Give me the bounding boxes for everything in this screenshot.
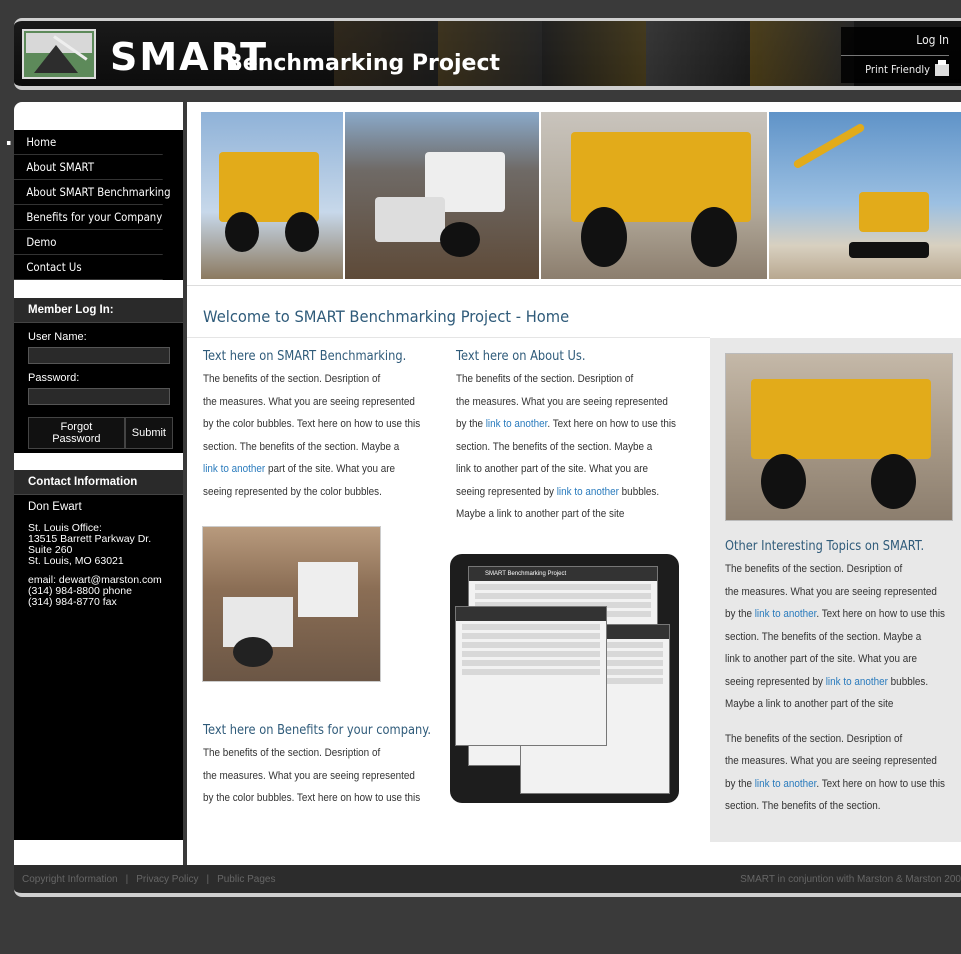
text-line: the measures. What you are seeing repres…: [725, 585, 937, 598]
inline-link[interactable]: link to another: [755, 608, 817, 620]
logo-icon[interactable]: [22, 29, 96, 79]
printer-icon: [935, 59, 949, 76]
page-title: Welcome to SMART Benchmarking Project - …: [203, 307, 570, 326]
footer: Copyright Information | Privacy Policy | Pub…: [14, 865, 961, 897]
text-line: by the link to another. Text here on how…: [456, 418, 676, 430]
text-line: link to another part of the site. What y…: [725, 653, 918, 665]
text-line: the measures. What you are seeing repres…: [456, 395, 668, 408]
hero-photo-2: [345, 112, 539, 279]
site-header: SMART Benchmarking Project Log In Print …: [14, 18, 961, 90]
right-panel: Other Interesting Topics on SMART. The b…: [710, 338, 961, 842]
hero-photo-4: [769, 112, 961, 279]
section-heading: Text here on SMART Benchmarking.: [203, 349, 407, 364]
inline-link[interactable]: link to another: [203, 463, 265, 475]
screenshot-app-title: SMART Benchmarking Project: [469, 567, 657, 581]
contact-title: Contact Information: [14, 470, 183, 495]
hero-photo-3: [541, 112, 767, 279]
text-line: by the link to another. Text here on how…: [725, 608, 945, 620]
username-field[interactable]: [28, 347, 170, 364]
text-line: the measures. What you are seeing repres…: [203, 769, 415, 782]
contact-fax: (314) 984-8770 fax: [28, 596, 117, 608]
section-heading: Other Interesting Topics on SMART.: [725, 539, 925, 554]
main-nav: Home About SMART About SMART Benchmarkin…: [6, 130, 183, 280]
forgot-password-button[interactable]: Forgot Password: [28, 417, 125, 449]
main-content: Welcome to SMART Benchmarking Project - …: [187, 102, 961, 865]
public-pages-link[interactable]: Public Pages: [217, 874, 275, 885]
section-heading: Text here on About Us.: [456, 349, 586, 364]
username-label: User Name:: [28, 331, 87, 343]
contact-info-box: Contact Information Don Ewart St. Louis …: [14, 470, 183, 840]
login-title: Member Log In:: [14, 298, 183, 323]
app-screenshot-thumbnail[interactable]: SMART Benchmarking Project: [450, 554, 679, 803]
login-link[interactable]: Log In: [841, 33, 949, 47]
copyright-link[interactable]: Copyright Information: [22, 874, 118, 885]
text-line: Maybe a link to another part of the site: [456, 508, 625, 520]
nav-item-about-smart[interactable]: About SMART: [14, 155, 163, 180]
text-line: section. The benefits of the section. Ma…: [456, 440, 653, 453]
text-line: seeing represented by link to another bu…: [456, 485, 660, 498]
contact-name: Don Ewart: [28, 501, 82, 513]
nav-item-home[interactable]: Home: [6, 130, 163, 155]
nav-item-contact-us[interactable]: Contact Us: [14, 255, 163, 280]
print-friendly-link[interactable]: Print Friendly: [865, 59, 949, 76]
text-line: section. The benefits of the section.: [725, 800, 881, 812]
sidebar: Home About SMART About SMART Benchmarkin…: [6, 102, 183, 865]
hero-photos: [201, 112, 961, 279]
section-benefits: Text here on Benefits for your company. …: [203, 722, 443, 810]
inline-link[interactable]: link to another: [486, 418, 548, 430]
inline-link[interactable]: link to another: [557, 486, 619, 498]
text-line: section. The benefits of the section. Ma…: [725, 630, 922, 643]
text-line: seeing represented by the color bubbles.: [203, 485, 382, 498]
submit-button[interactable]: Submit: [124, 417, 173, 449]
contact-address: St. Louis Office: 13515 Barrett Parkway …: [14, 523, 183, 608]
dump-truck-photo: [725, 353, 953, 521]
text-line: The benefits of the section. Desription …: [725, 563, 903, 575]
text-line: The benefits of the section. Desription …: [203, 747, 381, 759]
nav-item-demo[interactable]: Demo: [14, 230, 163, 255]
inline-link[interactable]: link to another: [755, 778, 817, 790]
text-line: by the color bubbles. Text here on how t…: [203, 792, 421, 804]
section-heading: Text here on Benefits for your company.: [203, 723, 432, 738]
excavator-photo: [202, 526, 381, 682]
text-line: The benefits of the section. Desription …: [725, 732, 903, 745]
section-about-us: Text here on About Us. The benefits of t…: [456, 348, 706, 526]
footer-credit: SMART in conjuntion with Marston & Marst…: [740, 874, 961, 885]
logo-subtitle: Benchmarking Project: [226, 51, 501, 76]
text-line: The benefits of the section. Desription …: [203, 373, 381, 385]
password-label: Password:: [28, 372, 80, 384]
top-strip: [0, 0, 961, 8]
section-smart-benchmarking: Text here on SMART Benchmarking. The ben…: [203, 348, 443, 503]
text-line: the measures. What you are seeing repres…: [203, 395, 415, 408]
text-line: by the link to another. Text here on how…: [725, 777, 945, 790]
text-line: seeing represented by link to another bu…: [725, 675, 929, 688]
text-line: The benefits of the section. Desription …: [456, 373, 634, 385]
nav-item-benefits[interactable]: Benefits for your Company: [14, 205, 163, 230]
text-line: link to another part of the site. What y…: [203, 463, 396, 475]
text-line: section. The benefits of the section. Ma…: [203, 440, 400, 453]
hero-photo-1: [201, 112, 343, 279]
header-links: Log In Print Friendly: [841, 27, 961, 83]
nav-item-about-benchmarking[interactable]: About SMART Benchmarking: [14, 180, 171, 205]
footer-links: Copyright Information | Privacy Policy | Pub…: [22, 874, 276, 885]
address-city: St. Louis, MO 63021: [28, 555, 124, 567]
inline-link[interactable]: link to another: [826, 676, 888, 688]
member-login-box: Member Log In: User Name: Password: Forg…: [14, 298, 183, 453]
text-line: by the color bubbles. Text here on how t…: [203, 418, 421, 430]
password-field[interactable]: [28, 388, 170, 405]
section-other-topics: Other Interesting Topics on SMART. The b…: [725, 538, 961, 818]
text-line: link to another part of the site. What y…: [456, 463, 649, 475]
text-line: the measures. What you are seeing repres…: [725, 755, 937, 767]
text-line: Maybe a link to another part of the site: [725, 698, 894, 710]
privacy-link[interactable]: Privacy Policy: [136, 874, 198, 885]
